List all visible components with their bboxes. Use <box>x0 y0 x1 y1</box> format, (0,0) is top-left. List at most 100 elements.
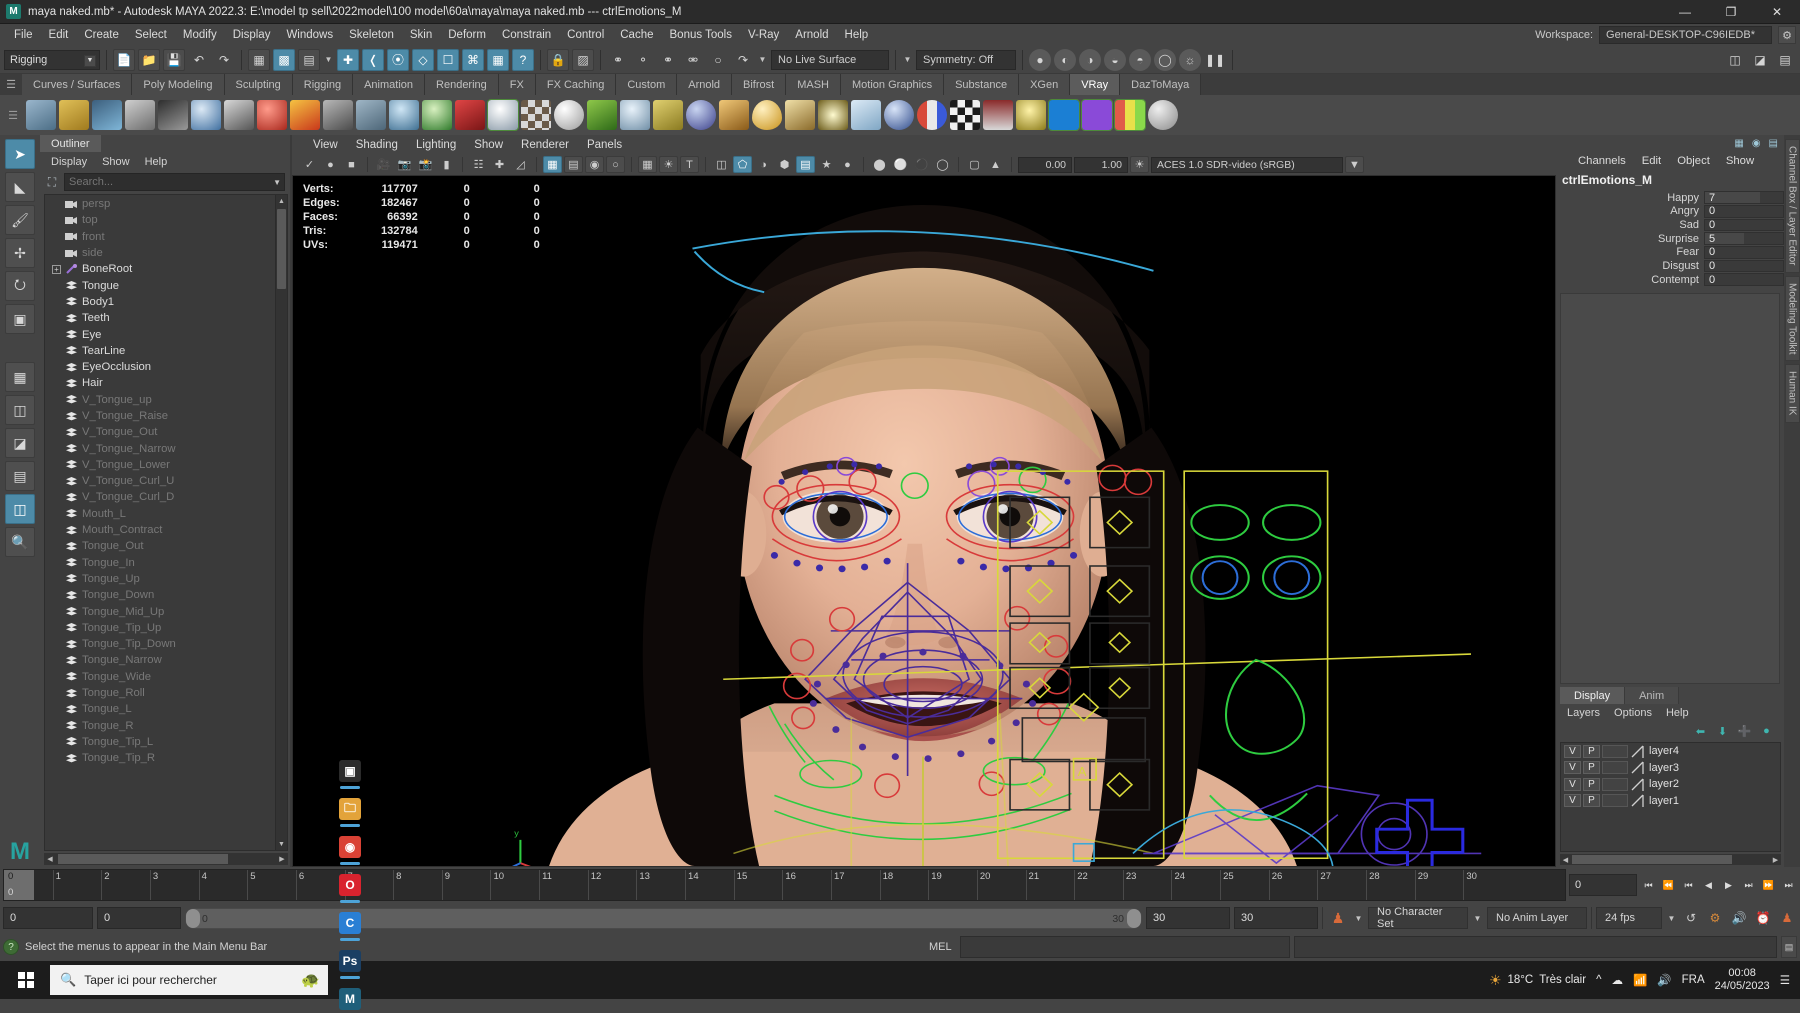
snap-to-point-icon[interactable]: ⦿ <box>387 49 409 71</box>
step-back-frame-icon[interactable]: ⏮ <box>1680 874 1697 896</box>
texture-display-icon[interactable]: ▦ <box>638 156 657 173</box>
menu-select[interactable]: Select <box>127 27 175 43</box>
viewport-menu-panels[interactable]: Panels <box>578 138 631 152</box>
sidebar-toggle-2-icon[interactable]: ◪ <box>1749 49 1771 71</box>
shelf-icon-vray-scene[interactable] <box>224 100 254 130</box>
layer-color-swatch[interactable] <box>1630 778 1645 791</box>
outliner-item-tongue_tip_r[interactable]: Tongue_Tip_R <box>45 750 275 766</box>
lock-icon[interactable]: 🔒 <box>547 49 569 71</box>
expand-toggle-icon[interactable]: + <box>52 265 61 274</box>
shelf-icon-vray-frame-view[interactable] <box>983 100 1013 130</box>
outliner-item-top[interactable]: top <box>45 212 275 228</box>
workspace-value[interactable]: General-DESKTOP-C96IEDB* <box>1599 26 1772 44</box>
move-layer-up-icon[interactable]: ⬅ <box>1693 724 1708 738</box>
shelf-icon-vray-egg[interactable] <box>752 100 782 130</box>
chevron-down-icon[interactable]: ▼ <box>1666 914 1677 923</box>
outliner-item-tongue_mid_up[interactable]: Tongue_Mid_Up <box>45 603 275 619</box>
outliner-menu-show[interactable]: Show <box>95 155 137 169</box>
shelf-icon-vray-sun[interactable] <box>818 100 848 130</box>
layer-row-layer1[interactable]: VPlayer1 <box>1561 793 1780 810</box>
play-forwards-icon[interactable]: ▶ <box>1720 874 1737 896</box>
gear-icon[interactable]: ⚙ <box>1778 26 1796 44</box>
outliner-item-tongue[interactable]: Tongue <box>45 277 275 293</box>
menu-help[interactable]: Help <box>837 27 877 43</box>
shelf-icon-vray-light[interactable] <box>125 100 155 130</box>
outliner-item-mouth_l[interactable]: Mouth_L <box>45 506 275 522</box>
outliner-item-tongue_out[interactable]: Tongue_Out <box>45 538 275 554</box>
channel-value-field[interactable]: 5 <box>1704 232 1784 245</box>
anim-layer-field[interactable]: No Anim Layer <box>1487 907 1587 929</box>
camera-three-icon[interactable]: 📸 <box>416 156 435 173</box>
four-view-layout-icon[interactable]: ▦ <box>5 362 35 392</box>
menu-edit[interactable]: Edit <box>41 27 77 43</box>
select-tool-icon[interactable]: ➤ <box>5 139 35 169</box>
range-slider[interactable]: 0 30 <box>185 908 1142 929</box>
channel-value-field[interactable]: 7 <box>1704 191 1784 204</box>
shelf-icon-vray-layered[interactable] <box>917 100 947 130</box>
new-layer-icon[interactable]: ➕ <box>1737 724 1752 738</box>
light-editor-icon[interactable]: ☼ <box>1179 49 1201 71</box>
character-set-icon[interactable]: ♟ <box>1327 910 1349 927</box>
outliner-item-v_tongue_narrow[interactable]: V_Tongue_Narrow <box>45 440 275 456</box>
outliner-item-eyeocclusion[interactable]: EyeOcclusion <box>45 359 275 375</box>
taskbar-clock[interactable]: 00:08 24/05/2023 <box>1715 967 1770 993</box>
scroll-down-icon[interactable]: ▼ <box>276 838 287 850</box>
shelf-icon-vray-proxy[interactable] <box>158 100 188 130</box>
sidebar-toggle-1-icon[interactable]: ◫ <box>1724 49 1746 71</box>
render-region-icon[interactable]: ◯ <box>1154 49 1176 71</box>
chevron-down-icon[interactable]: ▼ <box>757 55 768 64</box>
persp-graph-layout-icon[interactable]: ◪ <box>5 428 35 458</box>
close-button[interactable]: ✕ <box>1754 0 1800 24</box>
viewport-menu-show[interactable]: Show <box>465 138 512 152</box>
shelf-icon-vray-mesh[interactable] <box>455 100 485 130</box>
range-end-field[interactable]: 30 <box>1146 907 1230 929</box>
outliner-item-tearline[interactable]: TearLine <box>45 343 275 359</box>
outliner-item-v_tongue_curl_d[interactable]: V_Tongue_Curl_D <box>45 489 275 505</box>
outliner-item-tongue_in[interactable]: Tongue_In <box>45 555 275 571</box>
shelf-tab-poly-modeling[interactable]: Poly Modeling <box>132 74 224 95</box>
input-connections-icon[interactable]: ⚭ <box>607 49 629 71</box>
outliner-item-tongue_narrow[interactable]: Tongue_Narrow <box>45 652 275 668</box>
outliner-item-tongue_roll[interactable]: Tongue_Roll <box>45 685 275 701</box>
snap-to-uv-icon[interactable]: ⌘ <box>462 49 484 71</box>
go-to-start-icon[interactable]: ⏮ <box>1640 874 1657 896</box>
snap-to-grid-icon[interactable]: ✚ <box>337 49 359 71</box>
move-tool-icon[interactable]: ✢ <box>5 238 35 268</box>
chevron-up-icon[interactable]: ^ <box>1596 974 1601 986</box>
shelf-icon-arnold-render[interactable] <box>1049 100 1079 130</box>
menu-set-selector[interactable]: Rigging ▼ <box>4 50 100 70</box>
live-surface-field[interactable]: No Live Surface <box>771 50 889 70</box>
animation-preferences-icon[interactable]: ⚙ <box>1705 911 1725 925</box>
shelf-icon-vray-sphere-white[interactable] <box>554 100 584 130</box>
channel-row-sad[interactable]: Sad0 <box>1556 218 1784 231</box>
shelf-icon-vray-sphere-blue[interactable] <box>686 100 716 130</box>
chevron-down-icon[interactable]: ▼ <box>1345 156 1364 173</box>
shelf-tab-motion-graphics[interactable]: Motion Graphics <box>841 74 944 95</box>
scroll-left-icon[interactable]: ◀ <box>1560 854 1571 865</box>
channel-menu-channels[interactable]: Channels <box>1570 154 1634 168</box>
shelf-tab-fx[interactable]: FX <box>499 74 536 95</box>
depth-of-field-icon[interactable]: ◯ <box>933 156 952 173</box>
chevron-down-icon[interactable]: ▼ <box>1353 914 1364 923</box>
shelf-icon-vray-pyramid[interactable] <box>785 100 815 130</box>
outliner-item-tongue_tip_down[interactable]: Tongue_Tip_Down <box>45 636 275 652</box>
color-space-selector[interactable]: ACES 1.0 SDR-video (sRGB) <box>1151 157 1343 173</box>
isolate-select-icon[interactable]: ▢ <box>965 156 984 173</box>
chevron-down-icon[interactable]: ▼ <box>902 55 913 64</box>
maximize-button[interactable]: ❐ <box>1708 0 1754 24</box>
render-selection-icon[interactable]: ▨ <box>572 49 594 71</box>
help-icon[interactable]: ? <box>3 939 19 955</box>
channel-menu-edit[interactable]: Edit <box>1634 154 1669 168</box>
outliner-item-tongue_wide[interactable]: Tongue_Wide <box>45 669 275 685</box>
shelf-icon-vray-spheres-rgb[interactable] <box>1115 100 1145 130</box>
flat-shade-icon[interactable]: ◑ <box>754 156 773 173</box>
scroll-thumb[interactable] <box>277 209 286 289</box>
menu-modify[interactable]: Modify <box>175 27 225 43</box>
outliner-item-boneroot[interactable]: +BoneRoot <box>45 261 275 277</box>
outliner-item-front[interactable]: front <box>45 229 275 245</box>
fps-field[interactable]: 24 fps <box>1596 907 1662 929</box>
menu-cache[interactable]: Cache <box>612 27 661 43</box>
resolution-gate-icon[interactable]: ◿ <box>511 156 530 173</box>
wireframe-mode-icon[interactable]: ◫ <box>712 156 731 173</box>
shelf-tab-daztomaya[interactable]: DazToMaya <box>1120 74 1201 95</box>
